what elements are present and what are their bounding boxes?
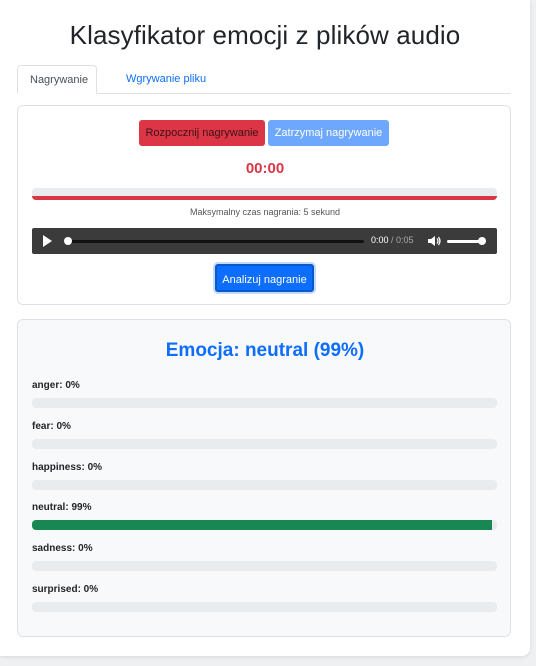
player-current-time: 0:00 [371, 235, 389, 245]
seek-bar[interactable] [66, 240, 364, 243]
tab-recording[interactable]: Nagrywanie [17, 65, 97, 94]
emotion-progress-bar [32, 602, 497, 612]
analyze-recording-button[interactable]: Analizuj nagranie [215, 264, 314, 292]
start-recording-button[interactable]: Rozpocznij nagrywanie [139, 120, 265, 146]
page-title: Klasyfikator emocji z plików audio [69, 20, 461, 50]
emotion-label: happiness: 0% [32, 461, 103, 473]
result-panel: Emocja: neutral (99%) anger: 0% fear: 0% h… [17, 319, 511, 637]
emotion-label: fear: 0% [32, 420, 71, 432]
play-icon[interactable] [43, 235, 52, 247]
emotion-progress-bar [32, 520, 497, 531]
volume-icon[interactable] [427, 234, 441, 248]
recording-progress-line [32, 196, 497, 200]
emotion-progress-bar [32, 438, 497, 449]
recording-panel: Rozpocznij nagrywanie Zatrzymaj nagrywan… [17, 105, 511, 305]
tab-file-upload[interactable]: Wgrywanie pliku [114, 65, 218, 94]
volume-thumb[interactable] [478, 237, 486, 245]
result-title: Emocja: neutral (99%) [165, 340, 365, 361]
emotion-progress-bar [32, 398, 497, 408]
stop-recording-button[interactable]: Zatrzymaj nagrywanie [268, 120, 389, 146]
recording-timer: 00:00 [245, 160, 285, 177]
emotion-progress-fill [32, 520, 493, 531]
emotion-progress-bar [32, 479, 497, 490]
main-card: Klasyfikator emocji z plików audio Nagry… [0, 0, 530, 656]
player-time: 0:00 / 0:05 [371, 235, 414, 245]
emotion-label: neutral: 99% [32, 502, 92, 514]
tab-bar: Nagrywanie Wgrywanie pliku [17, 65, 511, 94]
recording-progress-bar [32, 188, 497, 200]
audio-player: 0:00 / 0:05 [32, 228, 497, 254]
emotion-label: anger: 0% [32, 380, 80, 391]
emotion-label: sadness: 0% [32, 543, 93, 555]
player-duration: / 0:05 [388, 235, 414, 245]
max-time-note: Maksymalny czas nagrania: 5 sekund [189, 207, 341, 217]
emotion-label: surprised: 0% [32, 584, 99, 595]
emotion-progress-bar [32, 561, 497, 572]
seek-thumb[interactable] [64, 237, 72, 245]
